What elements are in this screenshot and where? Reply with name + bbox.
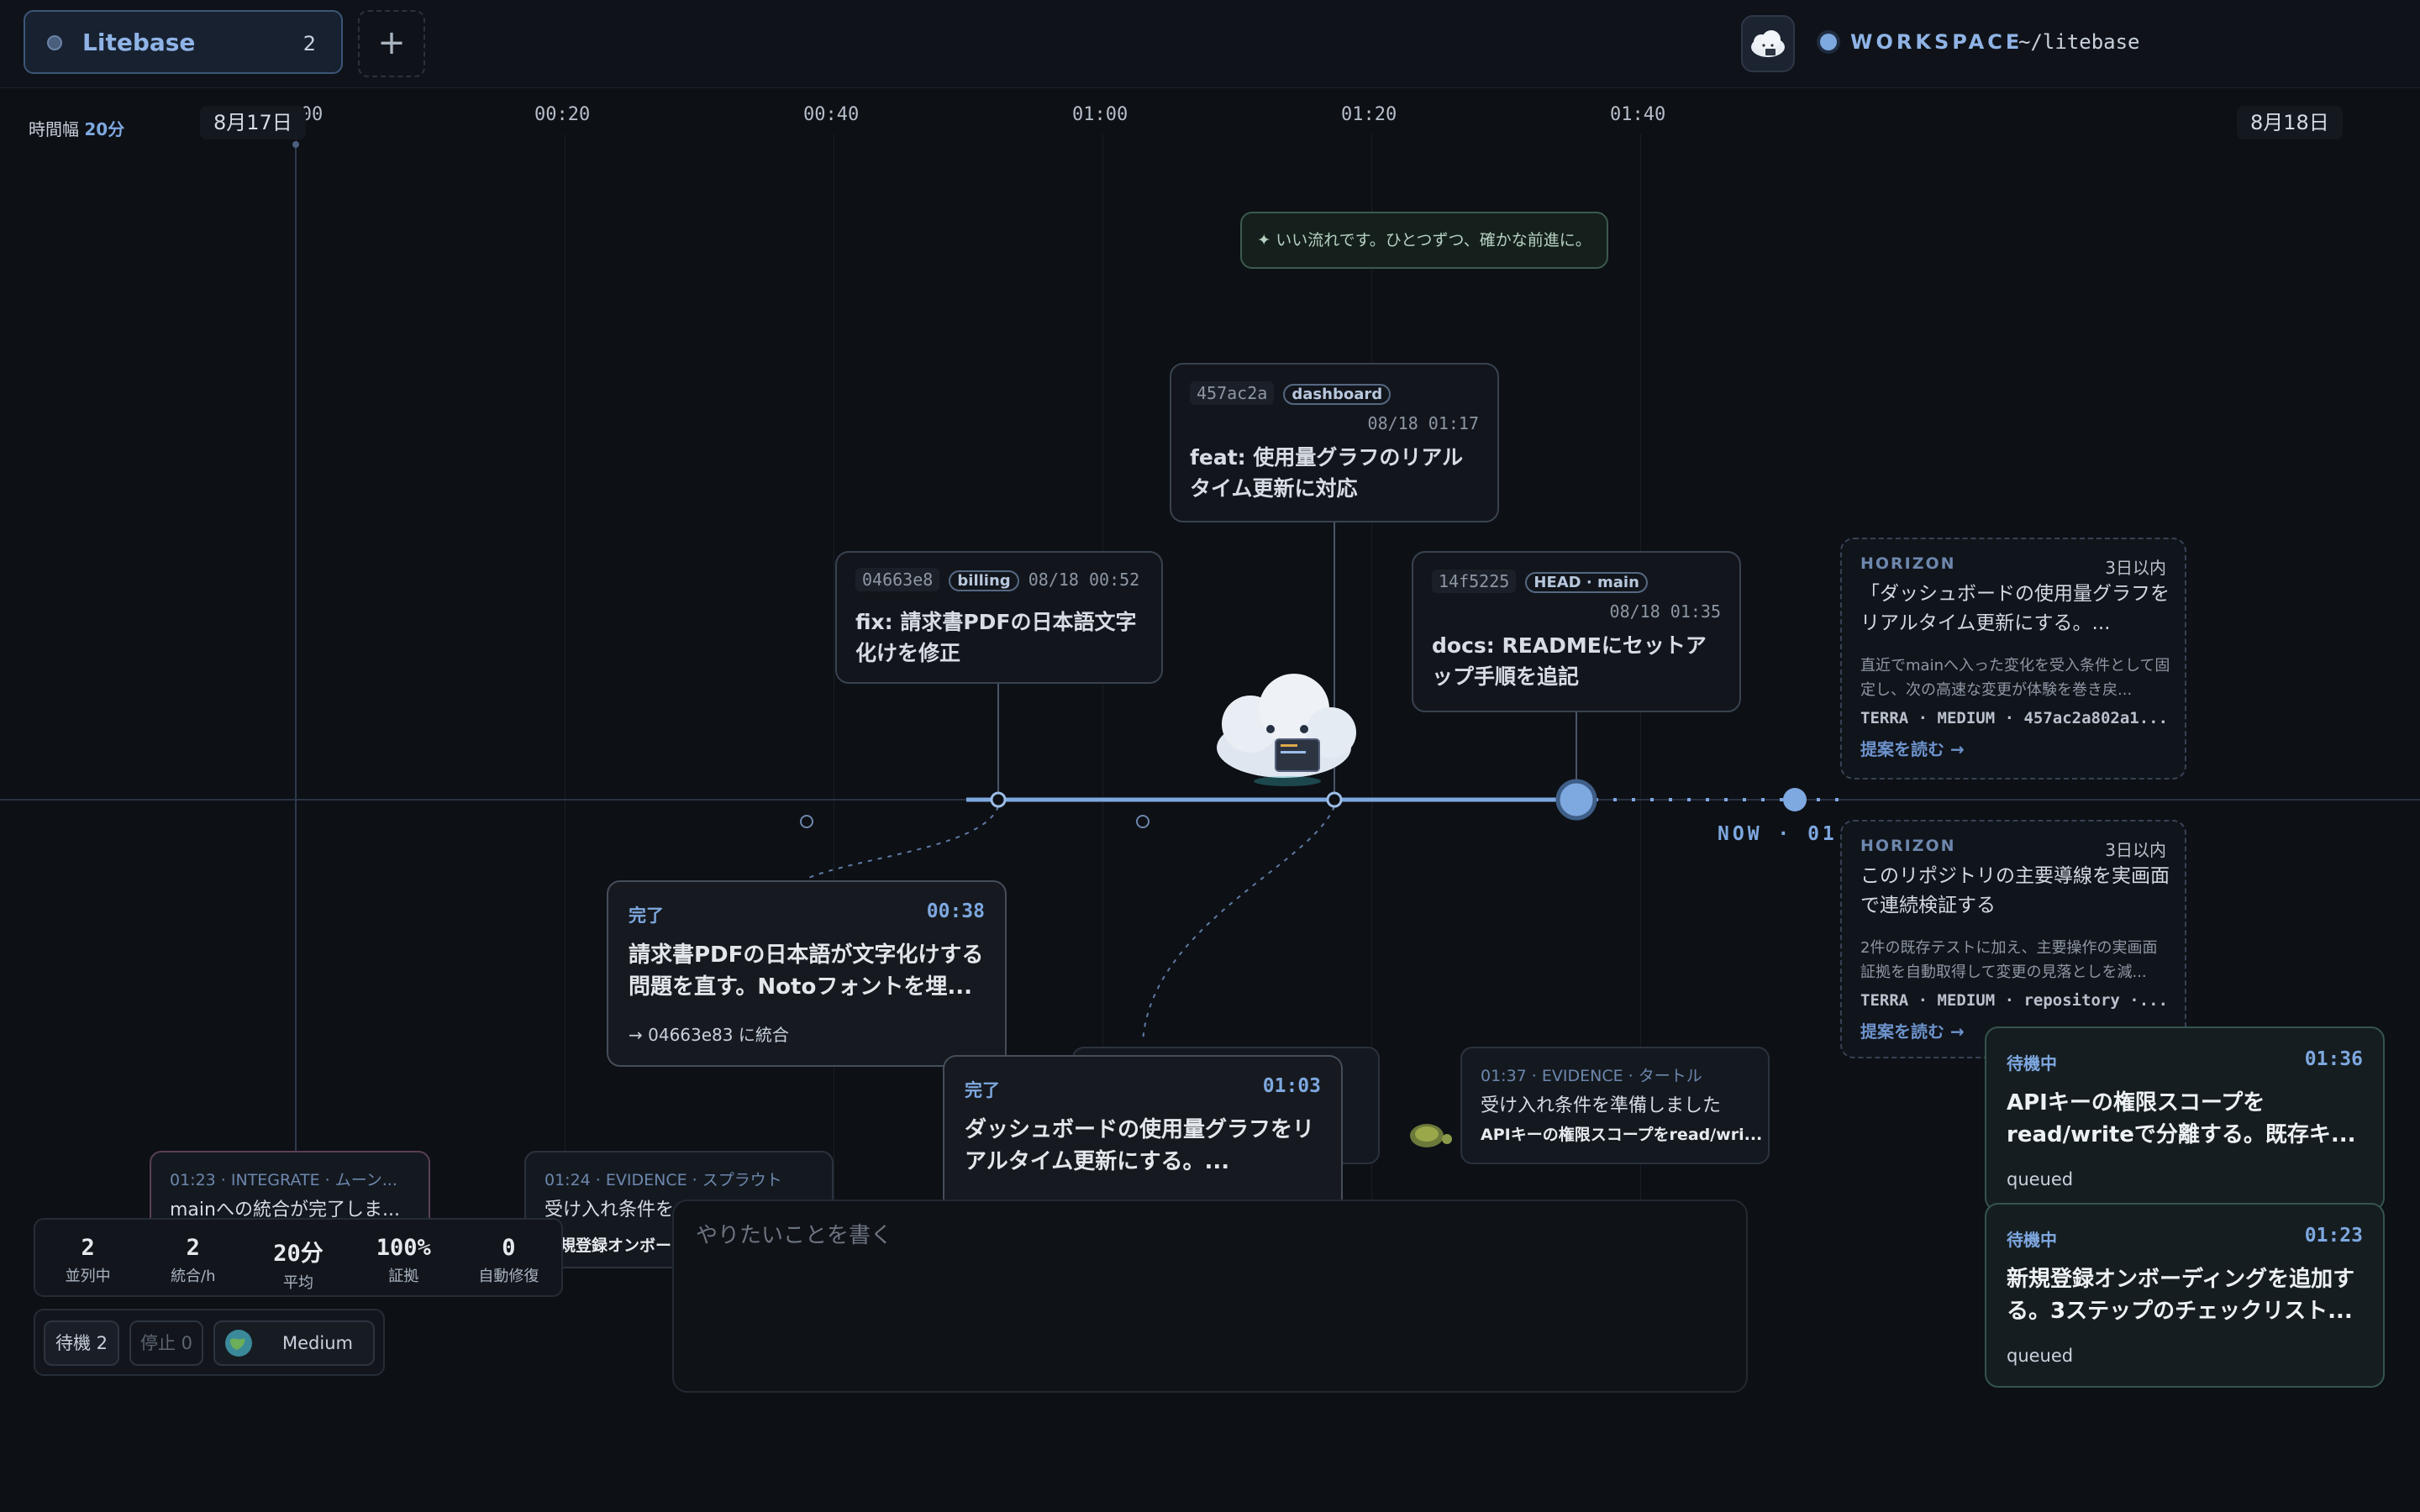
- effort-value: Medium: [282, 1333, 353, 1353]
- stat-label: 証拠: [388, 1268, 419, 1285]
- stat-value: 2: [81, 1235, 95, 1261]
- horizon-due: 3日以内: [2105, 558, 2166, 578]
- event-body: 受け入れ条件を準備しました: [1481, 1095, 1722, 1116]
- event-body: 受け入れ条件を: [544, 1200, 675, 1221]
- queued-time: 01:36: [2304, 1048, 2363, 1070]
- branch-badge: dashboard: [1283, 384, 1392, 405]
- task-status: 完了: [965, 1080, 1000, 1100]
- task-time: 00:38: [926, 900, 985, 922]
- stat-label: 平均: [283, 1274, 313, 1292]
- effort-select[interactable]: Medium: [213, 1320, 375, 1366]
- stat-value: 20分: [273, 1241, 324, 1267]
- composer: [672, 1200, 1748, 1393]
- stat-value: 2: [186, 1235, 200, 1261]
- task-card[interactable]: 完了 00:38 請求書PDFの日本語が文字化けする問題を直す。Notoフォント…: [607, 880, 1007, 1067]
- event-card[interactable]: 01:37 · EVIDENCE · タートル 受け入れ条件を準備しました AP…: [1460, 1047, 1770, 1164]
- task-footer: → 04663e83 に統合: [629, 1025, 789, 1045]
- stopped-filter[interactable]: 停止 0: [129, 1320, 203, 1366]
- task-title: ダッシュボードの使用量グラフをリアルタイム更新にする。...: [965, 1117, 1315, 1174]
- event-detail: APIキーの権限スコープをread/wri...: [1481, 1126, 1763, 1144]
- queued-status: 待機中: [2007, 1230, 2057, 1250]
- task-input[interactable]: [694, 1216, 1723, 1379]
- stat-autofix: 0 自動修復: [456, 1220, 561, 1295]
- commit-hash: 04663e8: [855, 568, 940, 591]
- commit-hash: 14f5225: [1432, 570, 1517, 593]
- task-card[interactable]: 完了 01:03 ダッシュボードの使用量グラフをリアルタイム更新にする。...: [943, 1055, 1343, 1200]
- globe-icon: [225, 1330, 252, 1357]
- turtle-icon: [1410, 1124, 1452, 1147]
- now-node: [1783, 788, 1807, 811]
- horizon-meta: TERRA · MEDIUM · 457ac2a802a1...: [1860, 709, 2169, 727]
- event-detail: 規登録オンボー: [560, 1236, 672, 1255]
- stat-label: 自動修復: [478, 1268, 539, 1285]
- horizon-desc: 直近でmainへ入った変化を受入条件として固定し、次の高速な変更が体験を巻き戻.…: [1860, 657, 2170, 699]
- queued-card[interactable]: 待機中 01:36 APIキーの権限スコープをread/writeで分離する。既…: [1985, 1026, 2385, 1211]
- commit-card-head[interactable]: 14f5225 HEAD · main 08/18 01:35 docs: RE…: [1412, 551, 1741, 712]
- task-link: [1142, 806, 1335, 1042]
- commit-date: 08/18 01:17: [1367, 413, 1479, 433]
- branch-badge: HEAD · main: [1525, 572, 1648, 593]
- stat-evidence: 100% 証拠: [351, 1220, 456, 1295]
- event-header: 01:37 · EVIDENCE · タートル: [1481, 1067, 1702, 1085]
- queued-footer: queued: [2007, 1346, 2074, 1366]
- start-marker-dot: [292, 141, 299, 148]
- waiting-filter[interactable]: 待機 2: [44, 1320, 119, 1366]
- queued-title: 新規登録オンボーディングを追加する。3ステップのチェックリスト...: [2007, 1267, 2355, 1324]
- queued-footer: queued: [2007, 1169, 2074, 1189]
- commit-card[interactable]: 04663e8 billing 08/18 00:52 fix: 請求書PDFの…: [835, 551, 1163, 684]
- stat-label: 並列中: [65, 1268, 111, 1285]
- queued-status: 待機中: [2007, 1053, 2057, 1074]
- task-time: 01:03: [1262, 1075, 1321, 1097]
- horizon-title: 「ダッシュボードの使用量グラフをリアルタイム更新にする。...: [1860, 583, 2170, 634]
- read-proposal-link[interactable]: 提案を読む →: [1860, 736, 1965, 760]
- horizon-due: 3日以内: [2105, 840, 2166, 860]
- commit-title: fix: 請求書PDFの日本語文字化けを修正: [855, 610, 1137, 665]
- queued-title: APIキーの権限スコープをread/writeで分離する。既存キ...: [2007, 1090, 2356, 1147]
- event-header: 01:24 · EVIDENCE · スプラウト: [544, 1171, 782, 1189]
- encouragement-toast: ✦ いい流れです。ひとつずつ、確かな前進に。: [1240, 212, 1608, 269]
- task-status: 完了: [629, 906, 664, 926]
- commit-hash: 457ac2a: [1190, 381, 1275, 405]
- stat-average: 20分 平均: [245, 1220, 350, 1295]
- event-header: 01:23 · INTEGRATE · ムーン...: [170, 1171, 397, 1189]
- cloud-mascot-icon: [1217, 674, 1356, 786]
- read-proposal-link[interactable]: 提案を読む →: [1860, 1018, 1965, 1042]
- horizon-desc: 2件の既存テストに加え、主要操作の実画面証拠を自動取得して変更の見落としを減..…: [1860, 939, 2158, 981]
- stats-bar: 2 並列中 2 統合/h 20分 平均 100% 証拠 0 自動修復: [34, 1218, 563, 1297]
- task-node: [800, 815, 813, 828]
- controls-bar: 待機 2 停止 0 Medium: [34, 1309, 385, 1376]
- horizon-card[interactable]: HORIZON 3日以内 「ダッシュボードの使用量グラフをリアルタイム更新にする…: [1840, 538, 2186, 780]
- commit-node: [990, 791, 1007, 808]
- commit-title: feat: 使用量グラフのリアルタイム更新に対応: [1190, 445, 1464, 501]
- head-node: [1555, 779, 1597, 821]
- stat-value: 100%: [376, 1235, 431, 1261]
- stat-parallel: 2 並列中: [35, 1220, 140, 1295]
- commit-title: docs: READMEにセットアップ手順を追記: [1432, 633, 1707, 689]
- queued-time: 01:23: [2304, 1225, 2363, 1247]
- commit-card[interactable]: 457ac2a dashboard 08/18 01:17 feat: 使用量グ…: [1170, 363, 1499, 522]
- task-title: 請求書PDFの日本語が文字化けする問題を直す。Notoフォントを埋...: [629, 942, 984, 1000]
- stat-label: 統合/h: [171, 1268, 216, 1285]
- task-link: [806, 806, 999, 879]
- stat-integrations: 2 統合/h: [140, 1220, 245, 1295]
- commit-date: 08/18 01:35: [1609, 601, 1721, 622]
- queued-card[interactable]: 待機中 01:23 新規登録オンボーディングを追加する。3ステップのチェックリス…: [1985, 1203, 2385, 1388]
- horizon-label: HORIZON: [1860, 554, 1956, 573]
- stat-value: 0: [502, 1235, 516, 1261]
- horizon-card[interactable]: HORIZON 3日以内 このリポジトリの主要導線を実画面で連続検証する 2件の…: [1840, 820, 2186, 1058]
- horizon-title: このリポジトリの主要導線を実画面で連続検証する: [1860, 865, 2170, 916]
- commit-node: [1326, 791, 1343, 808]
- commit-date: 08/18 00:52: [1028, 570, 1140, 590]
- horizon-meta: TERRA · MEDIUM · repository ·...: [1860, 991, 2169, 1010]
- horizon-label: HORIZON: [1860, 837, 1956, 855]
- task-node: [1136, 815, 1150, 828]
- branch-badge: billing: [949, 570, 1019, 591]
